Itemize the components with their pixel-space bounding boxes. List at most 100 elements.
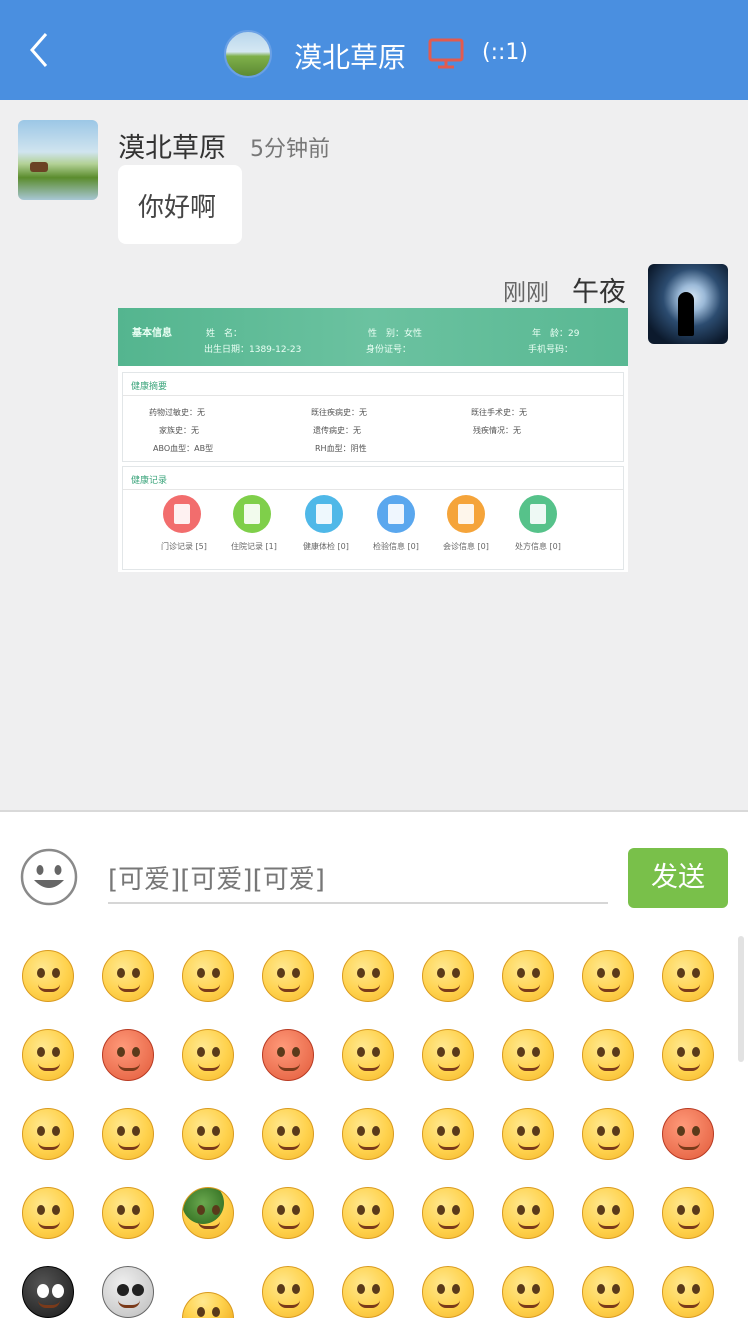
image-message[interactable]: 基本信息 姓 名： 性 别：女性 年 龄：29 出生日期：1389-12-23 … bbox=[118, 308, 628, 572]
sender-name: 午夜 bbox=[572, 277, 626, 308]
online-count: (::1) bbox=[482, 40, 528, 65]
divider bbox=[123, 395, 623, 396]
emoji-surprised-icon[interactable] bbox=[502, 1187, 554, 1239]
emoji-headband-angry-icon[interactable] bbox=[262, 1187, 314, 1239]
avatar-cow bbox=[30, 162, 48, 172]
composer: 发送 bbox=[0, 810, 748, 1336]
record-icon bbox=[233, 495, 271, 533]
image-section-title: 健康摘要 bbox=[131, 382, 168, 392]
image-text: RH血型：阴性 bbox=[315, 444, 367, 453]
image-text: 既往手术史：无 bbox=[471, 408, 527, 417]
emoji-grin-icon[interactable] bbox=[182, 1029, 234, 1081]
record-icon bbox=[447, 495, 485, 533]
emoji-sob-icon[interactable] bbox=[22, 1029, 74, 1081]
image-text: 残疾情况：无 bbox=[473, 426, 521, 435]
send-button[interactable]: 发送 bbox=[628, 848, 728, 908]
emoji-scrollbar[interactable] bbox=[738, 936, 744, 1062]
record-icon bbox=[305, 495, 343, 533]
emoji-furious-icon[interactable] bbox=[262, 1029, 314, 1081]
emoji-pray-icon[interactable] bbox=[502, 1266, 554, 1318]
record-icon bbox=[163, 495, 201, 533]
emoji-bruised-icon[interactable] bbox=[582, 1266, 634, 1318]
image-text: 基本信息 bbox=[132, 328, 172, 339]
emoji-smirk-icon[interactable] bbox=[342, 1266, 394, 1318]
emoji-thinking-icon[interactable] bbox=[262, 1266, 314, 1318]
emoji-drooling-icon[interactable] bbox=[102, 1108, 154, 1160]
record-icon bbox=[377, 495, 415, 533]
emoji-sad-icon[interactable] bbox=[502, 1029, 554, 1081]
record-label: 处方信息 [0] bbox=[515, 542, 561, 551]
chevron-left-icon[interactable] bbox=[26, 30, 56, 70]
message-input[interactable] bbox=[108, 852, 608, 904]
avatar[interactable] bbox=[648, 264, 728, 344]
image-section-title: 健康记录 bbox=[131, 476, 168, 486]
emoji-lick-icon[interactable] bbox=[502, 1108, 554, 1160]
emoji-soldier-helmet-icon[interactable] bbox=[182, 1187, 234, 1239]
chat-header: 漠北草原 (::1) bbox=[0, 0, 748, 100]
image-text: 身份证号： bbox=[366, 345, 412, 355]
message-time: 刚刚 bbox=[503, 280, 549, 306]
chat-title: 漠北草原 bbox=[294, 41, 407, 74]
image-text: 既往疾病史：无 bbox=[311, 408, 367, 417]
emoji-unamused-icon[interactable] bbox=[582, 1108, 634, 1160]
emoji-dizzy-icon[interactable] bbox=[582, 1187, 634, 1239]
emoji-pick-nose-icon[interactable] bbox=[422, 1266, 474, 1318]
image-text: 姓 名： bbox=[206, 329, 243, 339]
emoji-shocked-icon[interactable] bbox=[262, 950, 314, 1002]
emoji-sleepy-icon[interactable] bbox=[662, 950, 714, 1002]
emoji-mouth-taped-icon[interactable] bbox=[582, 950, 634, 1002]
smiley-icon[interactable] bbox=[20, 848, 78, 906]
emoji-black-bug-icon[interactable] bbox=[22, 1266, 74, 1318]
emoji-sweat-icon[interactable] bbox=[22, 1187, 74, 1239]
message-time: 5分钟前 bbox=[250, 137, 330, 162]
sender-name: 漠北草原 bbox=[118, 133, 226, 164]
emoji-big-smile-icon[interactable] bbox=[102, 1187, 154, 1239]
record-label: 住院记录 [1] bbox=[231, 542, 277, 551]
emoji-confused-stare-icon[interactable] bbox=[422, 1029, 474, 1081]
emoji-angry-red-icon[interactable] bbox=[102, 1029, 154, 1081]
emoji-cool-sunglasses-icon[interactable] bbox=[342, 950, 394, 1002]
image-text: 家族史：无 bbox=[159, 426, 199, 435]
emoji-unhappy-icon[interactable] bbox=[422, 1108, 474, 1160]
avatar[interactable] bbox=[18, 120, 98, 200]
emoji-peek-icon[interactable] bbox=[182, 1292, 234, 1318]
emoji-smile-icon[interactable] bbox=[22, 950, 74, 1002]
header-avatar[interactable] bbox=[224, 30, 272, 78]
record-icon bbox=[519, 495, 557, 533]
emoji-question-icon[interactable] bbox=[422, 1187, 474, 1239]
emoji-crying-icon[interactable] bbox=[422, 950, 474, 1002]
message-bubble[interactable]: 你好啊 bbox=[118, 165, 242, 244]
emoji-laugh-squint-icon[interactable] bbox=[22, 1108, 74, 1160]
message-text: 你好啊 bbox=[138, 193, 217, 223]
emoji-yelling-icon[interactable] bbox=[342, 1187, 394, 1239]
image-text: 药物过敏史：无 bbox=[149, 408, 205, 417]
emoji-frustrated-icon[interactable] bbox=[662, 1187, 714, 1239]
image-text: 遗传病史：无 bbox=[313, 426, 361, 435]
record-label: 健康体检 [0] bbox=[303, 542, 349, 551]
emoji-tongue-out-icon[interactable] bbox=[342, 1029, 394, 1081]
image-section: 健康摘要 药物过敏史：无 既往疾病史：无 既往手术史：无 家族史：无 遗传病史：… bbox=[122, 372, 624, 462]
emoji-scared-red-icon[interactable] bbox=[662, 1108, 714, 1160]
emoji-blushing-icon[interactable] bbox=[502, 950, 554, 1002]
image-text: 出生日期：1389-12-23 bbox=[204, 345, 302, 355]
image-header-band: 基本信息 姓 名： 性 别：女性 年 龄：29 出生日期：1389-12-23 … bbox=[118, 308, 628, 366]
avatar-silhouette bbox=[678, 292, 694, 336]
emoji-eyes-up-icon[interactable] bbox=[342, 1108, 394, 1160]
emoji-skull-icon[interactable] bbox=[102, 1266, 154, 1318]
divider bbox=[123, 489, 623, 490]
emoji-shy-icon[interactable] bbox=[102, 950, 154, 1002]
image-text: 性 别：女性 bbox=[368, 329, 423, 339]
emoji-heart-eyes-icon[interactable] bbox=[182, 950, 234, 1002]
image-text: 手机号码： bbox=[528, 345, 574, 355]
image-text: ABO血型：AB型 bbox=[153, 444, 214, 453]
monitor-icon[interactable] bbox=[428, 38, 464, 70]
record-label: 会诊信息 [0] bbox=[443, 542, 489, 551]
emoji-neutral-icon[interactable] bbox=[262, 1108, 314, 1160]
record-label: 门诊记录 [5] bbox=[161, 542, 207, 551]
emoji-teeth-grin-icon[interactable] bbox=[662, 1266, 714, 1318]
image-text: 年 龄：29 bbox=[532, 329, 580, 339]
emoji-worried-icon[interactable] bbox=[662, 1029, 714, 1081]
emoji-awkward-glasses-icon[interactable] bbox=[582, 1029, 634, 1081]
record-label: 检验信息 [0] bbox=[373, 542, 419, 551]
emoji-hand-cover-icon[interactable] bbox=[182, 1108, 234, 1160]
